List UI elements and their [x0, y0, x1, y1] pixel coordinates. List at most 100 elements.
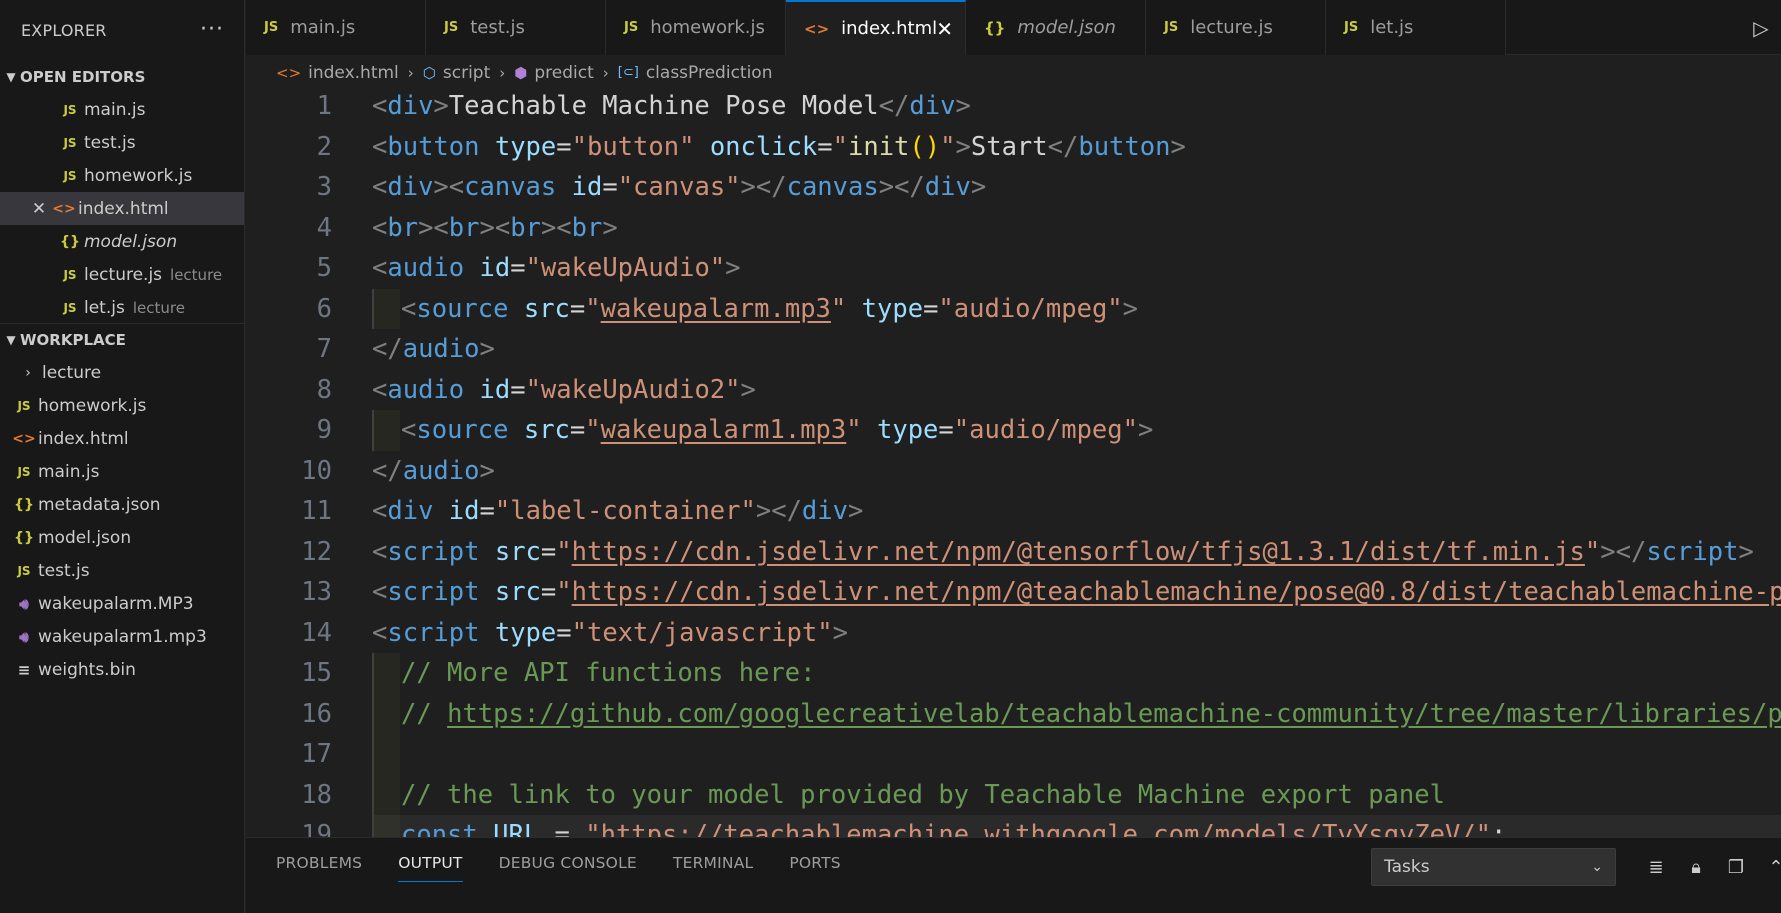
chevron-right-icon: ›: [25, 364, 31, 381]
open-editor-item[interactable]: JS main.js: [0, 93, 244, 126]
tab-label: model.json: [1017, 17, 1116, 38]
file-name: index.html: [38, 428, 129, 449]
code-text: < source src = " wakeupalarm1.mp3 " type = "aud…: [401, 410, 1153, 451]
open-editor-item[interactable]: JS test.js: [0, 126, 244, 159]
explorer-header: EXPLORER ···: [0, 0, 244, 60]
explorer-title: EXPLORER: [21, 20, 107, 40]
file-item[interactable]: ≡ weights.bin: [0, 653, 244, 686]
code-token[interactable]: wakeupalarm1.mp3: [601, 415, 847, 445]
open-editor-item[interactable]: {} model.json: [0, 225, 244, 258]
file-item[interactable]: <> index.html: [0, 422, 244, 455]
breadcrumb-label: script: [442, 62, 491, 83]
code-line: 16 // https://github.com/googlecreativela…: [246, 693, 1781, 734]
file-item[interactable]: JS main.js: [0, 455, 244, 488]
code-token: button: [1078, 131, 1171, 162]
code-token: ": [585, 293, 601, 324]
js-file-icon: JS: [1164, 20, 1179, 35]
tab-main-js[interactable]: JS main.js: [246, 0, 426, 55]
panel-tab-debug-console[interactable]: DEBUG CONSOLE: [499, 838, 637, 888]
code-token: ": [556, 577, 572, 608]
panel-tab-terminal[interactable]: TERMINAL: [673, 838, 753, 888]
code-editor[interactable]: 1 < div > Teachable Machine Pose Model </div >…: [246, 90, 1781, 837]
breadcrumb-item[interactable]: ⬡ script: [423, 63, 490, 83]
tab-lecture-js[interactable]: JS lecture.js: [1146, 0, 1326, 55]
code-token: >: [832, 617, 848, 648]
code-token[interactable]: https://cdn.jsdelivr.net/npm/@teachablem…: [572, 577, 1781, 607]
json-file-icon: {}: [14, 496, 34, 513]
code-text: < source src = " wakeupalarm.mp3 " type = "audi…: [401, 289, 1138, 330]
file-item[interactable]: {} metadata.json: [0, 488, 244, 521]
code-text: // More API functions here:: [401, 653, 816, 694]
panel-tab-problems[interactable]: PROBLEMS: [276, 838, 362, 888]
audio-file-icon: 🔊︎: [19, 627, 29, 646]
code-token: </: [878, 91, 910, 122]
breadcrumb-item[interactable]: [⊂] classPrediction: [618, 63, 773, 83]
code-token: >: [970, 172, 987, 203]
tab-homework-js[interactable]: JS homework.js: [606, 0, 786, 55]
code-token: =: [556, 617, 572, 648]
close-icon[interactable]: ✕: [936, 17, 953, 41]
code-token: >: [847, 496, 864, 527]
code-token: =: [923, 293, 939, 324]
tab-test-js[interactable]: JS test.js: [426, 0, 606, 55]
open-editor-item[interactable]: JS let.js lecture: [0, 291, 244, 324]
code-line: 1 < div > Teachable Machine Pose Model </div >: [246, 90, 1781, 127]
indent-guide: [372, 410, 400, 451]
file-item[interactable]: JS test.js: [0, 554, 244, 587]
code-token[interactable]: wakeupalarm.mp3: [601, 294, 831, 324]
clear-output-icon[interactable]: ≣: [1636, 848, 1676, 886]
html-file-icon: <>: [804, 19, 830, 38]
tab-index-html[interactable]: <> index.html ✕: [786, 0, 966, 55]
panel-tab-output[interactable]: OUTPUT: [398, 838, 463, 888]
code-token: URL: [493, 820, 540, 837]
open-editor-item[interactable]: JS homework.js: [0, 159, 244, 192]
file-item[interactable]: 🔊︎ wakeupalarm1.mp3: [0, 620, 244, 653]
code-token: =: [510, 374, 526, 405]
code-token: audio: [387, 253, 465, 284]
file-item[interactable]: JS homework.js: [0, 389, 244, 422]
code-line: 14 < script type = "text/javascript" >: [246, 613, 1781, 654]
code-token: =: [510, 253, 526, 284]
output-channel-select[interactable]: Tasks ⌄: [1371, 848, 1616, 886]
breadcrumb-item[interactable]: <> index.html: [276, 63, 399, 83]
run-icon[interactable]: ▷: [1741, 0, 1781, 55]
code-text: // the link to your model provided by Te…: [401, 775, 1445, 816]
tab-label: lecture.js: [1190, 17, 1273, 38]
panel-tabs: PROBLEMS OUTPUT DEBUG CONSOLE TERMINAL PORTS: [276, 838, 877, 888]
js-file-icon: JS: [17, 563, 31, 578]
folder-item[interactable]: › lecture: [0, 356, 244, 389]
code-token: audio: [402, 455, 480, 486]
code-token: "audio/mpeg": [953, 415, 1138, 446]
code-token: >: [1170, 131, 1186, 162]
open-editor-item[interactable]: ✕ <> index.html: [0, 192, 244, 225]
chevron-up-icon[interactable]: ⌃: [1756, 848, 1781, 886]
line-number: 1: [316, 91, 332, 122]
open-in-editor-icon[interactable]: ❐: [1716, 848, 1756, 886]
code-token: //: [401, 698, 448, 729]
code-token: ;: [1491, 820, 1507, 837]
code-token: <: [372, 172, 388, 203]
breadcrumb-item[interactable]: ⬢ predict: [514, 63, 594, 83]
tab-model-json[interactable]: {} model.json: [966, 0, 1146, 55]
js-file-icon: JS: [17, 398, 31, 413]
code-token[interactable]: https://github.com/googlecreativelab/tea…: [447, 699, 1781, 729]
panel-tab-ports[interactable]: PORTS: [789, 838, 841, 888]
tab-let-js[interactable]: JS let.js: [1326, 0, 1506, 55]
file-item[interactable]: {} model.json: [0, 521, 244, 554]
line-number: 7: [316, 334, 332, 365]
code-token: div: [387, 91, 434, 122]
code-token: Start: [970, 131, 1048, 162]
more-actions-icon[interactable]: ···: [200, 19, 224, 41]
file-item[interactable]: 🔊︎ wakeupalarm.MP3: [0, 587, 244, 620]
lock-icon[interactable]: 🔒︎: [1676, 848, 1716, 886]
indent-guide: [372, 693, 400, 734]
open-editors-header[interactable]: ▼ OPEN EDITORS: [0, 60, 244, 93]
code-token[interactable]: https://cdn.jsdelivr.net/npm/@tensorflow…: [572, 537, 1585, 567]
code-token: div: [909, 91, 956, 122]
code-token: ": [846, 415, 862, 446]
code-token: div: [387, 496, 434, 527]
code-token: <: [372, 374, 388, 405]
close-icon[interactable]: ✕: [28, 199, 50, 219]
workspace-header[interactable]: ▼ WORKPLACE: [0, 323, 244, 356]
open-editor-item[interactable]: JS lecture.js lecture: [0, 258, 244, 291]
